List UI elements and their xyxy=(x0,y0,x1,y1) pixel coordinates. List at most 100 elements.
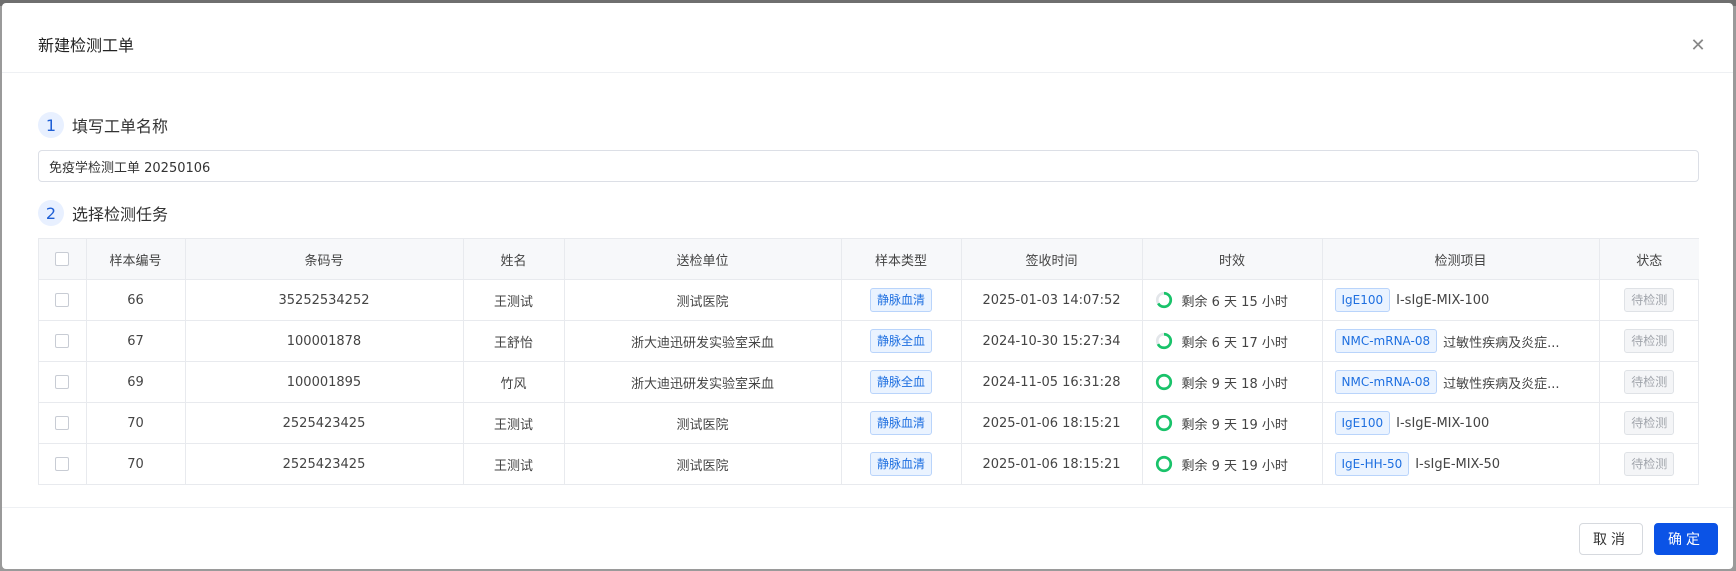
sample-type-cell: 静脉全血 xyxy=(841,320,962,362)
step-number: 1 xyxy=(38,112,64,138)
barcode-cell: 35252534252 xyxy=(185,279,464,321)
status-cell: 待检测 xyxy=(1599,444,1699,485)
item-name-text: I-sIgE-MIX-50 xyxy=(1415,456,1501,472)
test-items-cell: IgE100 I-sIgE-MIX-100 xyxy=(1322,279,1600,321)
received-time-cell: 2024-10-30 15:27:34 xyxy=(961,320,1143,362)
close-icon[interactable]: ✕ xyxy=(1689,37,1707,55)
task-table: 样本编号 条码号 姓名 送检单位 样本类型 签收时间 时效 检测项目 状态 66… xyxy=(38,238,1699,485)
received-time-cell: 2025-01-03 14:07:52 xyxy=(961,279,1143,321)
row-select-cell xyxy=(39,361,87,403)
sample-type-tag: 静脉血清 xyxy=(869,288,932,312)
step-number: 2 xyxy=(38,200,64,226)
test-items-cell: IgE-HH-50 I-sIgE-MIX-50 xyxy=(1322,443,1600,484)
modal-title: 新建检测工单 xyxy=(38,36,135,55)
step-2: 2 选择检测任务 xyxy=(38,199,168,227)
time-left-text: 剩余 6 天 17 小时 xyxy=(1181,335,1288,351)
patient-name-cell: 竹风 xyxy=(463,361,565,403)
sample-type-cell: 静脉全血 xyxy=(841,361,962,403)
patient-name-cell: 王测试 xyxy=(463,402,565,444)
status-tag: 待检测 xyxy=(1624,452,1675,476)
step-label: 填写工单名称 xyxy=(72,117,169,136)
row-checkbox[interactable] xyxy=(55,457,70,471)
barcode-cell: 2525423425 xyxy=(185,402,464,444)
timeliness-cell: 剩余 9 天 19 小时 xyxy=(1142,443,1323,484)
table-row[interactable]: 67 100001878 王舒怡 浙大迪迅研发实验室采血 静脉全血 2024-10-30 … xyxy=(39,320,1699,362)
row-select-cell xyxy=(39,279,87,321)
sample-type-cell: 静脉血清 xyxy=(841,402,962,444)
barcode-cell: 100001878 xyxy=(185,320,464,362)
row-checkbox[interactable] xyxy=(55,375,70,389)
time-left-text: 剩余 9 天 19 小时 xyxy=(1181,458,1288,474)
row-select-cell xyxy=(39,443,87,484)
received-time-cell: 2025-01-06 18:15:21 xyxy=(961,402,1143,444)
status-cell: 待检测 xyxy=(1599,279,1699,321)
row-checkbox[interactable] xyxy=(55,416,70,430)
header-unit: 送检单位 xyxy=(564,239,842,280)
item-code-tag: NMC-mRNA-08 xyxy=(1334,370,1438,394)
sample-type-tag: 静脉全血 xyxy=(869,370,932,394)
item-code-tag: IgE100 xyxy=(1334,411,1391,435)
received-time-cell: 2025-01-06 18:15:21 xyxy=(961,443,1143,484)
sample-no-cell: 66 xyxy=(86,279,186,321)
sample-type-tag: 静脉全血 xyxy=(869,329,932,353)
unit-cell: 测试医院 xyxy=(564,279,842,321)
progress-ring-icon xyxy=(1155,291,1172,309)
header-received: 签收时间 xyxy=(961,239,1143,280)
patient-name-cell: 王测试 xyxy=(463,443,565,484)
header-sample-type: 样本类型 xyxy=(841,239,962,280)
sample-type-tag: 静脉血清 xyxy=(869,411,932,435)
modal-header: 新建检测工单 ✕ xyxy=(2,3,1733,73)
work-order-name-input[interactable] xyxy=(38,150,1699,182)
status-tag: 待检测 xyxy=(1624,329,1675,353)
table-row[interactable]: 70 2525423425 王测试 测试医院 静脉血清 2025-01-06 18:15:… xyxy=(39,443,1699,485)
sample-no-cell: 67 xyxy=(86,320,186,362)
barcode-cell: 100001895 xyxy=(185,361,464,403)
time-left-text: 剩余 6 天 15 小时 xyxy=(1181,294,1288,310)
unit-cell: 测试医院 xyxy=(564,443,842,484)
test-items-cell: NMC-mRNA-08 过敏性疾病及炎症... xyxy=(1322,361,1600,403)
unit-cell: 浙大迪迅研发实验室采血 xyxy=(564,320,842,362)
time-left-text: 剩余 9 天 19 小时 xyxy=(1181,417,1288,433)
row-checkbox[interactable] xyxy=(55,293,70,307)
cancel-button[interactable]: 取消 xyxy=(1579,523,1643,555)
timeliness-cell: 剩余 9 天 18 小时 xyxy=(1142,361,1323,403)
table-row[interactable]: 66 35252534252 王测试 测试医院 静脉血清 2025-01-03 14:07… xyxy=(39,279,1699,321)
item-name-text: I-sIgE-MIX-100 xyxy=(1396,292,1490,308)
table-header-row: 样本编号 条码号 姓名 送检单位 样本类型 签收时间 时效 检测项目 状态 xyxy=(39,239,1699,280)
header-items: 检测项目 xyxy=(1322,239,1600,280)
row-select-cell xyxy=(39,402,87,444)
status-cell: 待检测 xyxy=(1599,361,1699,403)
sample-no-cell: 69 xyxy=(86,361,186,403)
sample-type-cell: 静脉血清 xyxy=(841,279,962,321)
test-items-cell: NMC-mRNA-08 过敏性疾病及炎症... xyxy=(1322,320,1600,362)
table-row[interactable]: 70 2525423425 王测试 测试医院 静脉血清 2025-01-06 18:15:… xyxy=(39,402,1699,444)
select-all-checkbox[interactable] xyxy=(55,252,70,266)
progress-ring-icon xyxy=(1155,332,1172,350)
sample-no-cell: 70 xyxy=(86,402,186,444)
progress-ring-icon xyxy=(1155,373,1172,391)
step-label: 选择检测任务 xyxy=(72,205,169,224)
item-code-tag: NMC-mRNA-08 xyxy=(1334,329,1438,353)
timeliness-cell: 剩余 6 天 15 小时 xyxy=(1142,279,1323,321)
item-code-tag: IgE100 xyxy=(1334,288,1391,312)
sample-no-cell: 70 xyxy=(86,443,186,484)
test-items-cell: IgE100 I-sIgE-MIX-100 xyxy=(1322,402,1600,444)
row-checkbox[interactable] xyxy=(55,334,70,348)
footer-divider xyxy=(2,507,1733,508)
header-sample-no: 样本编号 xyxy=(86,239,186,280)
received-time-cell: 2024-11-05 16:31:28 xyxy=(961,361,1143,403)
step-1: 1 填写工单名称 xyxy=(38,111,168,139)
item-name-text: 过敏性疾病及炎症... xyxy=(1443,376,1560,392)
patient-name-cell: 王舒怡 xyxy=(463,320,565,362)
header-name: 姓名 xyxy=(463,239,565,280)
item-code-tag: IgE-HH-50 xyxy=(1334,452,1410,476)
unit-cell: 浙大迪迅研发实验室采血 xyxy=(564,361,842,403)
timeliness-cell: 剩余 6 天 17 小时 xyxy=(1142,320,1323,362)
status-cell: 待检测 xyxy=(1599,402,1699,444)
table-row[interactable]: 69 100001895 竹风 浙大迪迅研发实验室采血 静脉全血 2024-11-05 1… xyxy=(39,361,1699,403)
patient-name-cell: 王测试 xyxy=(463,279,565,321)
status-tag: 待检测 xyxy=(1624,411,1675,435)
sample-type-tag: 静脉血清 xyxy=(869,452,932,476)
confirm-button[interactable]: 确定 xyxy=(1654,523,1718,555)
row-select-cell xyxy=(39,320,87,362)
